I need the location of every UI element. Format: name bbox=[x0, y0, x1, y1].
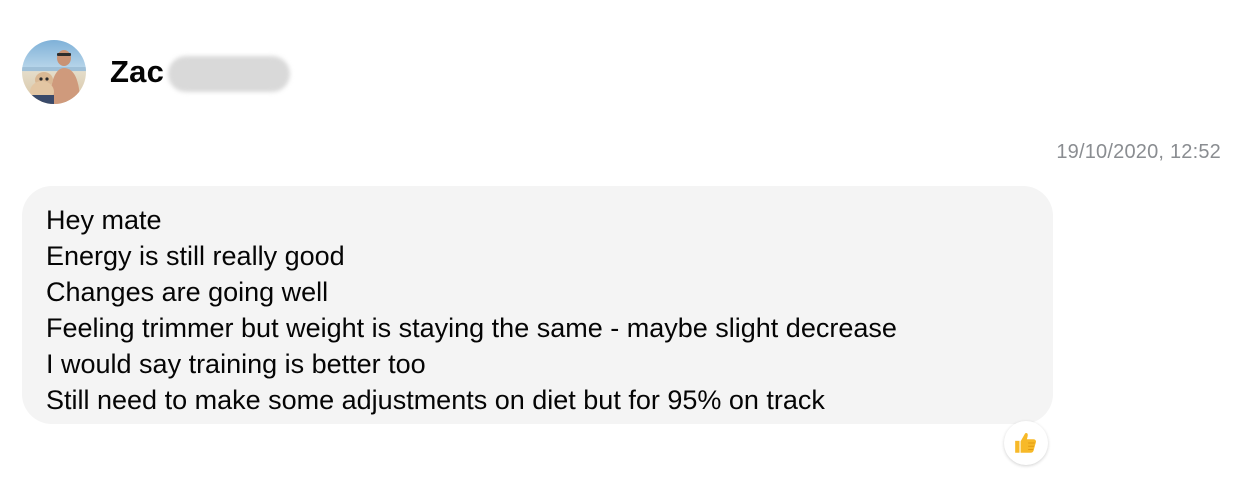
message-line: Still need to make some adjustments on d… bbox=[46, 385, 825, 415]
redacted-surname bbox=[168, 56, 291, 92]
reaction-badge[interactable] bbox=[1004, 421, 1048, 465]
message-line: Energy is still really good bbox=[46, 241, 345, 271]
avatar-photo-icon bbox=[22, 40, 86, 104]
sender-name[interactable]: Zac bbox=[110, 54, 164, 90]
thumbs-up-icon bbox=[1015, 433, 1036, 453]
message-line: I would say training is better too bbox=[46, 349, 426, 379]
conversation-view: Zac 19/10/2020, 12:52 Hey mate Energy is… bbox=[0, 0, 1243, 492]
avatar[interactable] bbox=[22, 40, 86, 104]
message-line: Changes are going well bbox=[46, 277, 329, 307]
message-line: Hey mate bbox=[46, 205, 162, 235]
message-timestamp: 19/10/2020, 12:52 bbox=[1056, 141, 1221, 163]
message-bubble[interactable]: Hey mate Energy is still really good Cha… bbox=[22, 186, 1053, 424]
message-line: Feeling trimmer but weight is staying th… bbox=[46, 313, 897, 343]
conversation-header: Zac bbox=[22, 40, 291, 104]
